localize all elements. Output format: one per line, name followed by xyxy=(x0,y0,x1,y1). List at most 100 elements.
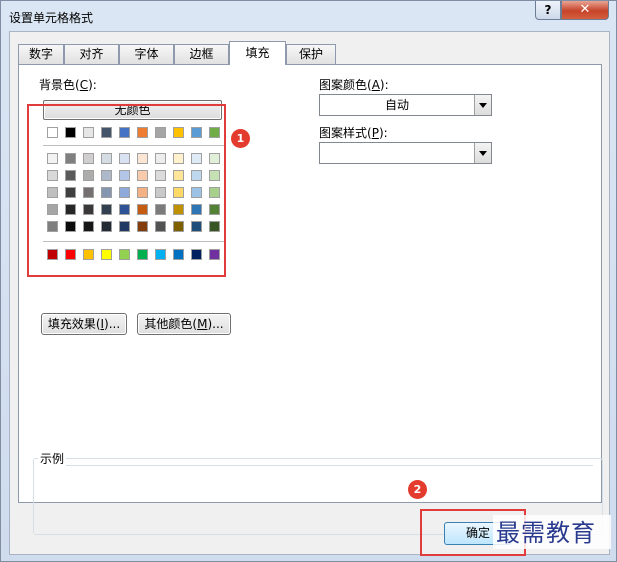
color-swatch-tint4-5[interactable] xyxy=(119,204,130,215)
dialog-title: 设置单元格格式 xyxy=(9,11,94,25)
color-swatch-tint5-5[interactable] xyxy=(119,221,130,232)
pattern-color-value: 自动 xyxy=(384,98,409,112)
color-swatch-tint3-10[interactable] xyxy=(209,187,220,198)
fill-effects-button[interactable]: 填充效果(I)... xyxy=(41,313,127,335)
palette-separator-1 xyxy=(43,145,225,146)
color-swatch-tint2-10[interactable] xyxy=(209,170,220,181)
tab-protection[interactable]: 保护 xyxy=(286,44,336,64)
color-swatch-tint3-2[interactable] xyxy=(65,187,76,198)
tab-alignment[interactable]: 对齐 xyxy=(64,44,119,64)
color-swatch-tint3-7[interactable] xyxy=(155,187,166,198)
color-swatch-tint1-10[interactable] xyxy=(209,153,220,164)
color-swatch-tint2-5[interactable] xyxy=(119,170,130,181)
color-swatch-theme-3[interactable] xyxy=(83,127,94,138)
color-swatch-standard-4[interactable] xyxy=(101,249,112,260)
color-swatch-tint4-2[interactable] xyxy=(65,204,76,215)
color-swatch-standard-8[interactable] xyxy=(173,249,184,260)
color-swatch-tint1-5[interactable] xyxy=(119,153,130,164)
color-swatch-theme-9[interactable] xyxy=(191,127,202,138)
more-colors-button[interactable]: 其他颜色(M)... xyxy=(137,313,231,335)
color-swatch-tint3-9[interactable] xyxy=(191,187,202,198)
color-swatch-tint1-6[interactable] xyxy=(137,153,148,164)
color-swatch-theme-10[interactable] xyxy=(209,127,220,138)
color-swatch-tint1-9[interactable] xyxy=(191,153,202,164)
sample-label: 示例 xyxy=(38,450,67,467)
color-swatch-theme-1[interactable] xyxy=(47,127,58,138)
color-swatch-tint4-1[interactable] xyxy=(47,204,58,215)
background-color-label: 背景色(C): xyxy=(39,78,97,92)
color-swatch-theme-4[interactable] xyxy=(101,127,112,138)
color-swatch-tint2-6[interactable] xyxy=(137,170,148,181)
color-swatch-tint4-8[interactable] xyxy=(173,204,184,215)
color-swatch-standard-6[interactable] xyxy=(137,249,148,260)
color-swatch-tint4-6[interactable] xyxy=(137,204,148,215)
chevron-down-icon[interactable] xyxy=(474,95,491,115)
color-swatch-tint3-3[interactable] xyxy=(83,187,94,198)
color-swatch-theme-5[interactable] xyxy=(119,127,130,138)
color-swatch-theme-6[interactable] xyxy=(137,127,148,138)
step-badge-1: 1 xyxy=(231,129,250,148)
format-cells-dialog: 设置单元格格式 ? ✕ 数字 对齐 字体 边框 填充 保护 背景色(C): 无颜… xyxy=(0,0,617,562)
color-swatch-tint5-8[interactable] xyxy=(173,221,184,232)
color-swatch-tint5-9[interactable] xyxy=(191,221,202,232)
color-swatch-standard-9[interactable] xyxy=(191,249,202,260)
color-swatch-theme-7[interactable] xyxy=(155,127,166,138)
color-swatch-standard-10[interactable] xyxy=(209,249,220,260)
color-swatch-tint4-4[interactable] xyxy=(101,204,112,215)
color-swatch-tint5-7[interactable] xyxy=(155,221,166,232)
color-swatch-tint5-1[interactable] xyxy=(47,221,58,232)
color-swatch-tint3-4[interactable] xyxy=(101,187,112,198)
color-swatch-tint2-3[interactable] xyxy=(83,170,94,181)
chevron-down-icon[interactable] xyxy=(474,143,491,163)
color-swatch-tint2-9[interactable] xyxy=(191,170,202,181)
color-swatch-tint2-4[interactable] xyxy=(101,170,112,181)
color-swatch-tint1-7[interactable] xyxy=(155,153,166,164)
help-button[interactable]: ? xyxy=(535,1,561,20)
tab-fill[interactable]: 填充 xyxy=(229,41,286,65)
color-swatch-theme-2[interactable] xyxy=(65,127,76,138)
color-swatch-tint5-10[interactable] xyxy=(209,221,220,232)
color-swatch-tint2-8[interactable] xyxy=(173,170,184,181)
close-button[interactable]: ✕ xyxy=(561,1,609,20)
color-swatch-standard-1[interactable] xyxy=(47,249,58,260)
color-swatch-standard-2[interactable] xyxy=(65,249,76,260)
color-swatch-tint4-3[interactable] xyxy=(83,204,94,215)
color-swatch-tint3-5[interactable] xyxy=(119,187,130,198)
color-swatch-tint4-7[interactable] xyxy=(155,204,166,215)
color-swatch-tint4-10[interactable] xyxy=(209,204,220,215)
color-swatch-theme-8[interactable] xyxy=(173,127,184,138)
color-swatch-tint3-6[interactable] xyxy=(137,187,148,198)
pattern-style-label: 图案样式(P): xyxy=(319,126,388,140)
watermark-text: 最需教育 xyxy=(496,519,596,547)
dialog-client: 数字 对齐 字体 边框 填充 保护 背景色(C): 无颜色 填充效果(I)...… xyxy=(9,31,610,555)
color-swatch-tint3-1[interactable] xyxy=(47,187,58,198)
pattern-color-dropdown[interactable]: 自动 xyxy=(319,94,492,116)
fill-panel: 背景色(C): 无颜色 填充效果(I)... 其他颜色(M)... 图案颜色(A… xyxy=(18,64,603,535)
tab-number[interactable]: 数字 xyxy=(18,44,64,64)
color-swatch-tint1-3[interactable] xyxy=(83,153,94,164)
pattern-color-label: 图案颜色(A): xyxy=(319,78,389,92)
step-badge-2: 2 xyxy=(408,480,427,499)
color-swatch-standard-5[interactable] xyxy=(119,249,130,260)
title-bar[interactable]: 设置单元格格式 ? ✕ xyxy=(1,1,616,31)
color-swatch-tint1-4[interactable] xyxy=(101,153,112,164)
tab-border[interactable]: 边框 xyxy=(174,44,229,64)
palette-separator-2 xyxy=(43,241,225,242)
color-swatch-tint2-1[interactable] xyxy=(47,170,58,181)
pattern-style-dropdown[interactable] xyxy=(319,142,492,164)
color-swatch-tint4-9[interactable] xyxy=(191,204,202,215)
color-swatch-tint1-2[interactable] xyxy=(65,153,76,164)
color-swatch-tint5-3[interactable] xyxy=(83,221,94,232)
color-swatch-tint1-1[interactable] xyxy=(47,153,58,164)
tab-font[interactable]: 字体 xyxy=(119,44,174,64)
color-swatch-tint5-4[interactable] xyxy=(101,221,112,232)
color-swatch-standard-7[interactable] xyxy=(155,249,166,260)
color-swatch-tint5-2[interactable] xyxy=(65,221,76,232)
no-color-button[interactable]: 无颜色 xyxy=(43,100,222,120)
color-swatch-standard-3[interactable] xyxy=(83,249,94,260)
color-swatch-tint2-2[interactable] xyxy=(65,170,76,181)
color-swatch-tint1-8[interactable] xyxy=(173,153,184,164)
color-swatch-tint2-7[interactable] xyxy=(155,170,166,181)
color-swatch-tint3-8[interactable] xyxy=(173,187,184,198)
color-swatch-tint5-6[interactable] xyxy=(137,221,148,232)
